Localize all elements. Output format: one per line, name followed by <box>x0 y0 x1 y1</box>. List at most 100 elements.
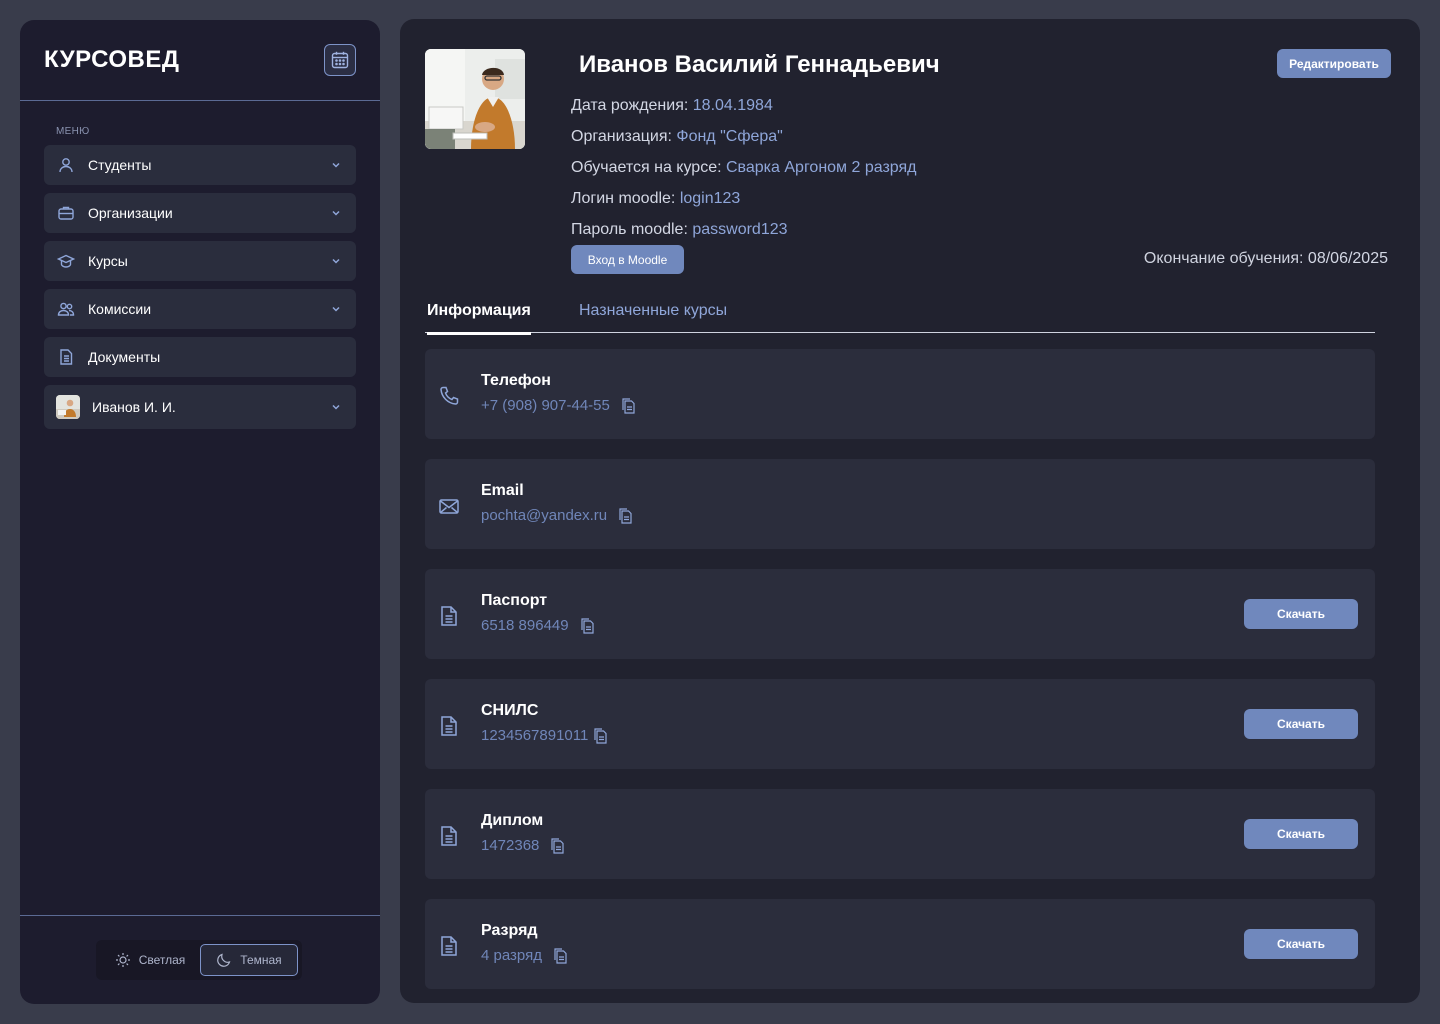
card-value-row: 1472368 <box>481 837 565 854</box>
theme-dark-label: Темная <box>240 953 282 967</box>
chevron-down-icon[interactable] <box>328 157 344 173</box>
theme-light-label: Светлая <box>138 953 186 967</box>
mail-icon <box>437 494 461 518</box>
document-icon <box>437 714 461 738</box>
email-card: Email pochta@yandex.ru <box>425 459 1375 549</box>
password-label: Пароль moodle: <box>571 221 688 238</box>
theme-light-button[interactable]: Светлая <box>100 944 200 976</box>
edit-button[interactable]: Редактировать <box>1277 49 1391 78</box>
info-cards: Телефон +7 (908) 907-44-55 Email pochta@… <box>425 349 1375 1003</box>
graduation-cap-icon <box>56 251 76 271</box>
card-value-row: 6518 896449 <box>481 617 595 634</box>
sidebar-item-documents[interactable]: Документы <box>44 337 356 377</box>
sidebar-item-label: Документы <box>88 349 161 365</box>
rank-card: Разряд 4 разряд Скачать <box>425 899 1375 989</box>
phone-icon <box>437 384 461 408</box>
sidebar-item-label: Курсы <box>88 253 128 269</box>
course-label: Обучается на курсе: <box>571 159 722 176</box>
end-date-value: 08/06/2025 <box>1307 250 1388 267</box>
diploma-value: 1472368 <box>481 837 540 854</box>
menu-title: МЕНЮ <box>56 126 90 137</box>
password-value: password123 <box>692 221 788 238</box>
copy-icon[interactable] <box>552 947 568 964</box>
login-label: Логин moodle: <box>571 190 676 207</box>
organization-label: Организация: <box>571 128 672 145</box>
download-button[interactable]: Скачать <box>1244 709 1358 739</box>
document-icon <box>56 347 76 367</box>
password-row: Пароль moodle: password123 <box>571 214 917 245</box>
chevron-down-icon[interactable] <box>328 301 344 317</box>
birth-date-label: Дата рождения: <box>571 97 689 114</box>
phone-value: +7 (908) 907-44-55 <box>481 397 610 414</box>
tabs: Информация Назначенные курсы <box>425 302 1375 335</box>
briefcase-icon <box>56 203 76 223</box>
avatar <box>56 395 80 419</box>
sidebar-item-students[interactable]: Студенты <box>44 145 356 185</box>
download-button[interactable]: Скачать <box>1244 819 1358 849</box>
snils-card: СНИЛС 1234567891011 Скачать <box>425 679 1375 769</box>
chevron-down-icon[interactable] <box>328 399 344 415</box>
sidebar-menu: Студенты Организации Курсы Комиссии Доку… <box>44 145 356 437</box>
sun-icon <box>115 953 130 967</box>
login-row: Логин moodle: login123 <box>571 183 917 214</box>
card-title: Диплом <box>481 812 544 829</box>
student-info: Дата рождения: 18.04.1984 Организация: Ф… <box>571 90 917 245</box>
copy-icon[interactable] <box>549 837 565 854</box>
tab-information[interactable]: Информация <box>427 302 531 335</box>
card-title: Телефон <box>481 372 551 389</box>
sidebar-item-courses[interactable]: Курсы <box>44 241 356 281</box>
theme-dark-button[interactable]: Темная <box>200 944 298 976</box>
document-icon <box>437 934 461 958</box>
passport-card: Паспорт 6518 896449 Скачать <box>425 569 1375 659</box>
sidebar: КУРСОВЕД МЕНЮ Студенты Организации Курсы… <box>20 20 380 1004</box>
download-button[interactable]: Скачать <box>1244 929 1358 959</box>
copy-icon[interactable] <box>592 727 608 744</box>
tab-assigned-courses[interactable]: Назначенные курсы <box>579 302 727 333</box>
birth-date-row: Дата рождения: 18.04.1984 <box>571 90 917 121</box>
organization-row: Организация: Фонд "Сфера" <box>571 121 917 152</box>
sidebar-footer: Светлая Темная <box>20 915 380 1004</box>
moon-icon <box>217 953 231 967</box>
card-value-row: +7 (908) 907-44-55 <box>481 397 636 414</box>
copy-icon[interactable] <box>617 507 633 524</box>
sidebar-item-profile[interactable]: Иванов И. И. <box>44 385 356 429</box>
login-value: login123 <box>679 190 741 207</box>
document-icon <box>437 604 461 628</box>
profile-photo <box>425 49 525 149</box>
card-title: Паспорт <box>481 592 548 609</box>
card-title: Разряд <box>481 922 538 939</box>
sidebar-item-organizations[interactable]: Организации <box>44 193 356 233</box>
sidebar-item-label: Комиссии <box>88 301 152 317</box>
calendar-button[interactable] <box>324 44 356 76</box>
student-name: Иванов Василий Геннадьевич <box>579 51 940 78</box>
card-value-row: 4 разряд <box>481 947 568 964</box>
card-title: Email <box>481 482 524 499</box>
sidebar-item-label: Иванов И. И. <box>92 399 176 415</box>
course-link[interactable]: Сварка Аргоном 2 разряд <box>726 159 917 176</box>
email-value: pochta@yandex.ru <box>481 507 608 524</box>
document-icon <box>437 824 461 848</box>
chevron-down-icon[interactable] <box>328 253 344 269</box>
card-value-row: 1234567891011 <box>481 727 608 744</box>
moodle-login-button[interactable]: Вход в Moodle <box>571 245 684 274</box>
sidebar-item-label: Организации <box>88 205 173 221</box>
end-date-label: Окончание обучения: <box>1143 250 1304 267</box>
copy-icon[interactable] <box>579 617 595 634</box>
theme-switch: Светлая Темная <box>96 940 302 980</box>
birth-date-value: 18.04.1984 <box>692 97 773 114</box>
sidebar-header: КУРСОВЕД <box>20 20 380 101</box>
app-logo[interactable]: КУРСОВЕД <box>44 46 179 74</box>
snils-value: 1234567891011 <box>481 727 589 744</box>
diploma-card: Диплом 1472368 Скачать <box>425 789 1375 879</box>
chevron-down-icon[interactable] <box>328 205 344 221</box>
card-value-row: pochta@yandex.ru <box>481 507 633 524</box>
training-end-date: Окончание обучения: 08/06/2025 <box>1144 250 1388 268</box>
download-button[interactable]: Скачать <box>1244 599 1358 629</box>
organization-link[interactable]: Фонд "Сфера" <box>676 128 782 145</box>
phone-card: Телефон +7 (908) 907-44-55 <box>425 349 1375 439</box>
sidebar-item-label: Студенты <box>88 157 152 173</box>
copy-icon[interactable] <box>620 397 636 414</box>
card-title: СНИЛС <box>481 702 539 719</box>
sidebar-item-commissions[interactable]: Комиссии <box>44 289 356 329</box>
passport-value: 6518 896449 <box>481 617 569 634</box>
